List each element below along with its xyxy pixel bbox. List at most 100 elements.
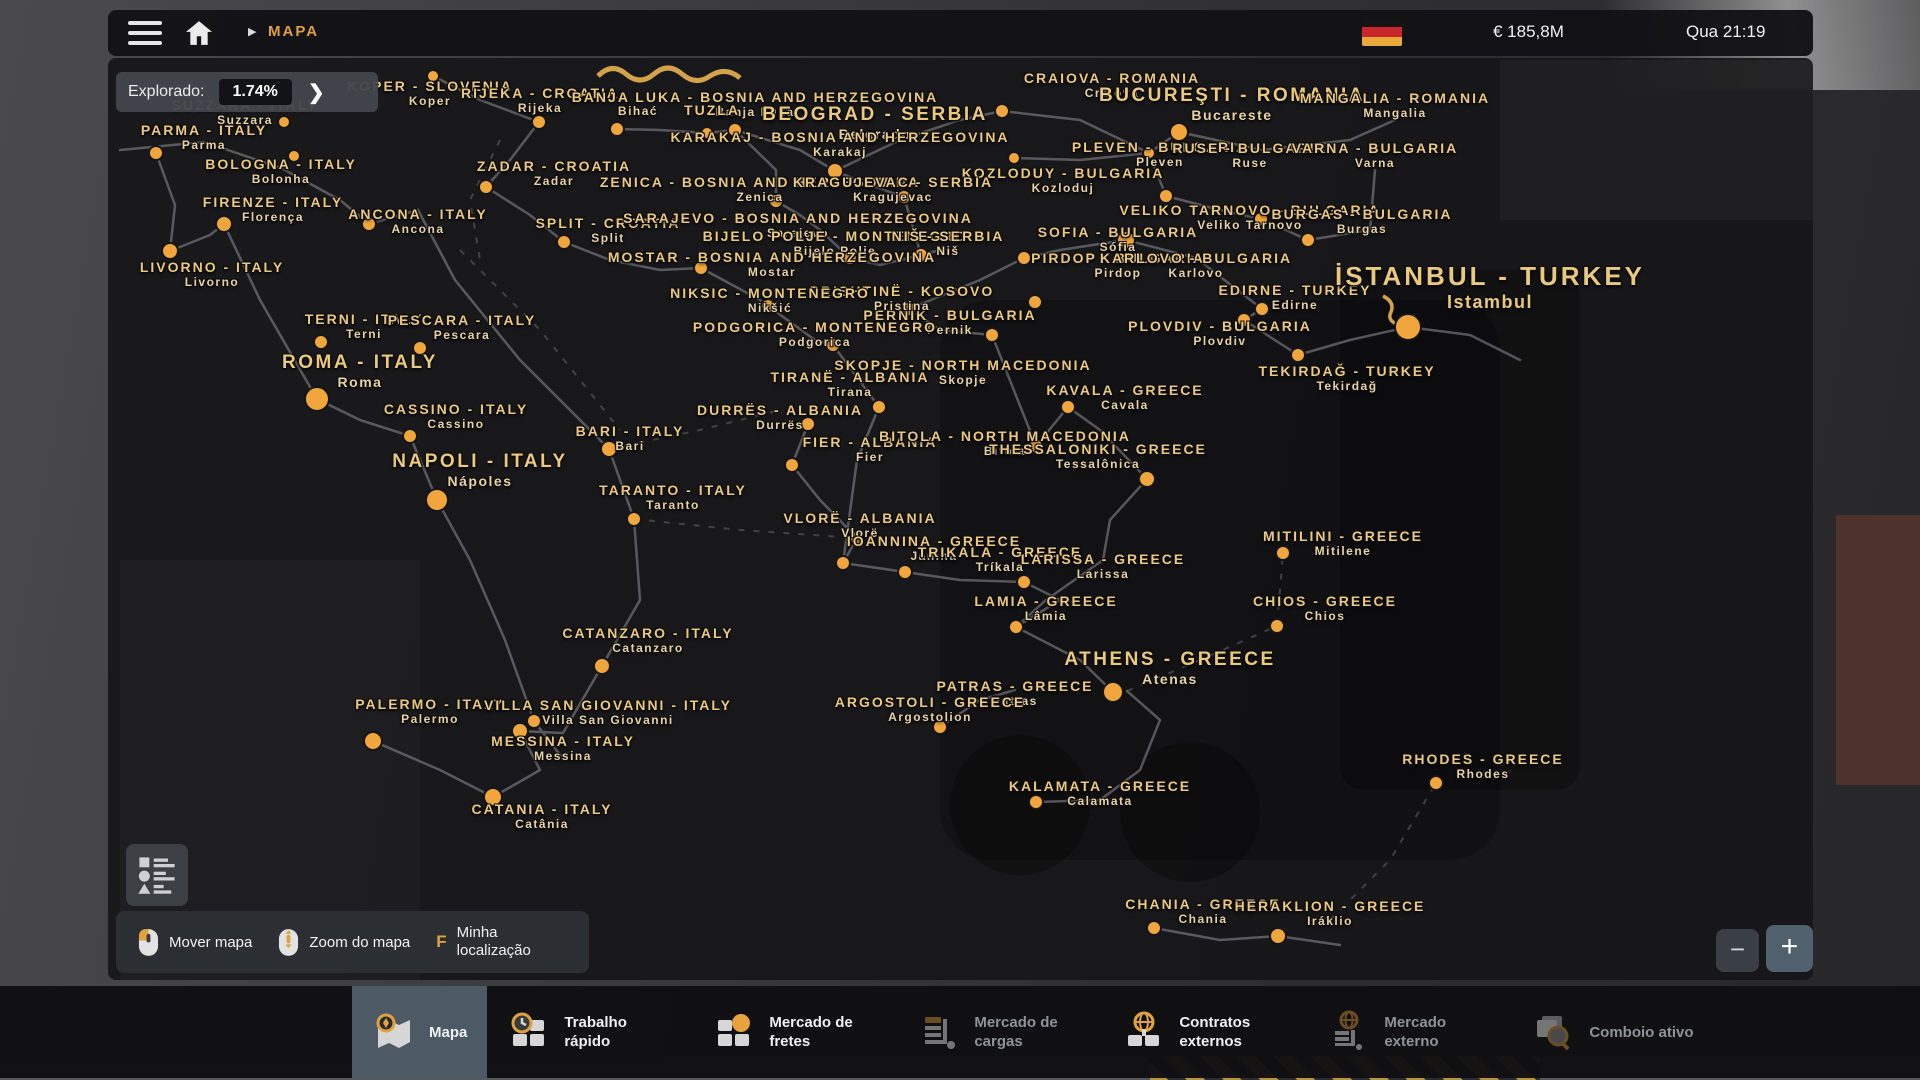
city-dot[interactable] [1395,314,1421,340]
city-label[interactable]: LAMIA - GREECELâmia [974,593,1117,623]
map-canvas[interactable]: SUZZARA - ITALYSuzzaraPARMA - ITALYParma… [108,58,1813,980]
city-label[interactable]: BARI - ITALYBari [576,423,685,453]
city-label[interactable]: TIRANË - ALBANIATirana [770,369,929,399]
city-label[interactable]: ANCONA - ITALYAncona [348,206,487,236]
city-dot[interactable] [1270,928,1286,944]
explored-value: 1.74% [219,79,292,105]
city-label[interactable]: NAPOLI - ITALYNápoles [392,451,567,490]
mouse-wheel-icon [278,928,299,957]
city-label[interactable]: MESSINA - ITALYMessina [491,733,635,763]
city-label[interactable]: NIKSIC - MONTENEGRONikšić [670,285,870,315]
city-label[interactable]: LARISSA - GREECELarissa [1021,551,1186,581]
city-label[interactable]: PODGORICA - MONTENEGROPodgorica [693,319,937,349]
city-label[interactable]: KARLOVO - BULGARIAKarlovo [1100,250,1292,280]
city-dot[interactable] [610,122,624,136]
tab-label: Mercado de cargas [974,1013,1082,1051]
tab-label: Trabalho rápido [564,1013,672,1051]
tab-label: Mercado de fretes [769,1013,877,1051]
tab-mercado-externo[interactable]: Mercado externo [1307,986,1512,1078]
city-label[interactable]: VILLA SAN GIOVANNI - ITALYVilla San Giov… [484,697,732,727]
tab-comboio-ativo[interactable]: Comboio ativo [1512,986,1713,1078]
city-dot[interactable] [426,489,448,511]
map-compass-icon [372,1010,416,1054]
menu-icon[interactable] [128,21,162,45]
city-dot[interactable] [1291,348,1305,362]
quick-job-clock-icon [507,1010,551,1054]
city-dot[interactable] [162,243,178,259]
city-label[interactable]: BURGAS - BULGARIABurgas [1272,206,1453,236]
city-label[interactable]: PALERMO - ITALYPalermo [355,696,505,726]
datetime-display: Qua 21:19 [1686,22,1765,42]
city-label[interactable]: KAVALA - GREECECavala [1046,382,1203,412]
city-label[interactable]: İSTANBUL - TURKEYIstambul [1335,262,1645,313]
city-dot[interactable] [872,400,886,414]
city-dot[interactable] [364,732,382,750]
city-dot[interactable] [785,458,799,472]
cargo-market-icon [917,1010,961,1054]
city-label[interactable]: KARAKAJ - BOSNIA AND HERZEGOVINAKarakaj [670,129,1009,159]
city-dot[interactable] [1008,152,1020,164]
city-label[interactable]: CHIOS - GREECEChios [1253,593,1397,623]
home-icon[interactable] [186,21,212,45]
tab-bar-spacer [0,986,352,1078]
city-label[interactable]: PESCARA - ITALYPescara [388,312,537,342]
city-dot[interactable] [594,658,610,674]
city-label[interactable]: MITILINI - GREECEMitilene [1263,528,1423,558]
breadcrumb-arrow-icon: ▶ [248,25,256,38]
city-label[interactable]: CASSINO - ITALYCassino [384,401,528,431]
tab-trabalho-rapido[interactable]: Trabalho rápido [487,986,692,1078]
city-label[interactable]: PARMA - ITALYParma [141,122,267,152]
city-label[interactable]: THESSALONIKI - GREECETessalônica [989,441,1207,471]
city-label[interactable]: TUZLA [684,102,740,118]
money-display: € 185,8M [1493,22,1564,42]
map-control-hints: Mover mapa Zoom do mapa F Minha localiza… [116,911,589,973]
city-dot[interactable] [1139,471,1155,487]
city-dot[interactable] [1017,251,1031,265]
tab-label: Mapa [429,1023,467,1042]
city-dot[interactable] [627,512,641,526]
city-label[interactable]: RHODES - GREECERhodes [1402,751,1563,781]
city-label[interactable]: ROMA - ITALYRoma [282,352,438,391]
move-map-hint: Mover mapa [138,928,252,957]
city-label[interactable]: CATANIA - ITALYCatânia [472,801,613,831]
key-f-icon: F [436,932,446,952]
city-dot[interactable] [995,104,1009,118]
garage-red-door [1836,515,1920,785]
city-label[interactable]: KALAMATA - GREECECalamata [1009,778,1191,808]
city-label[interactable]: HERAKLION - GREECEIráklio [1235,898,1426,928]
city-label[interactable]: VARNA - BULGARIAVarna [1292,140,1459,170]
tab-mapa[interactable]: Mapa [352,986,487,1078]
city-label[interactable]: KRAGUJEVAC - SERBIAKragujevac [793,174,993,204]
city-label[interactable]: PLOVDIV - BULGARIAPlovdiv [1128,318,1312,348]
city-label[interactable]: ATHENS - GREECEAtenas [1064,649,1275,688]
move-map-label: Mover mapa [169,934,252,951]
travelled-route [598,68,740,81]
tab-label: Comboio ativo [1589,1023,1693,1042]
city-dot[interactable] [898,565,912,579]
zoom-in-button[interactable]: + [1766,925,1813,972]
city-label[interactable]: DURRËS - ALBANIADurrës [697,402,863,432]
city-label[interactable]: BOLOGNA - ITALYBolonha [205,156,357,186]
city-label[interactable]: ARGOSTOLI - GREECEArgostolion [835,694,1026,724]
tab-mercado-de-cargas[interactable]: Mercado de cargas [897,986,1102,1078]
my-location-label: Minha localização [457,924,567,960]
city-label[interactable]: MANGALIA - ROMANIAMangalia [1300,90,1490,120]
city-label[interactable]: FIRENZE - ITALYFlorença [203,194,343,224]
breadcrumb: MAPA [268,23,319,40]
tab-mercado-de-fretes[interactable]: Mercado de fretes [692,986,897,1078]
city-label[interactable]: CATANZARO - ITALYCatanzaro [562,625,733,655]
tab-label: Mercado externo [1384,1013,1492,1051]
city-label[interactable]: TEKIRDAĞ - TURKEYTekirdağ [1258,363,1435,393]
zoom-map-hint: Zoom do mapa [278,928,410,957]
explored-expand-button[interactable]: ❯ [308,80,325,105]
city-label[interactable]: MOSTAR - BOSNIA AND HERZEGOVINAMostar [608,249,936,279]
map-legend-button[interactable] [126,844,188,906]
city-label[interactable]: Bihać [618,104,658,118]
zoom-out-button[interactable]: − [1716,929,1759,972]
zoom-map-label: Zoom do mapa [309,934,410,951]
city-dot[interactable] [532,115,546,129]
legend-icon [135,853,179,897]
city-label[interactable]: LIVORNO - ITALYLivorno [140,259,284,289]
city-label[interactable]: TARANTO - ITALYTaranto [599,482,747,512]
tab-contratos-externos[interactable]: Contratos externos [1102,986,1307,1078]
